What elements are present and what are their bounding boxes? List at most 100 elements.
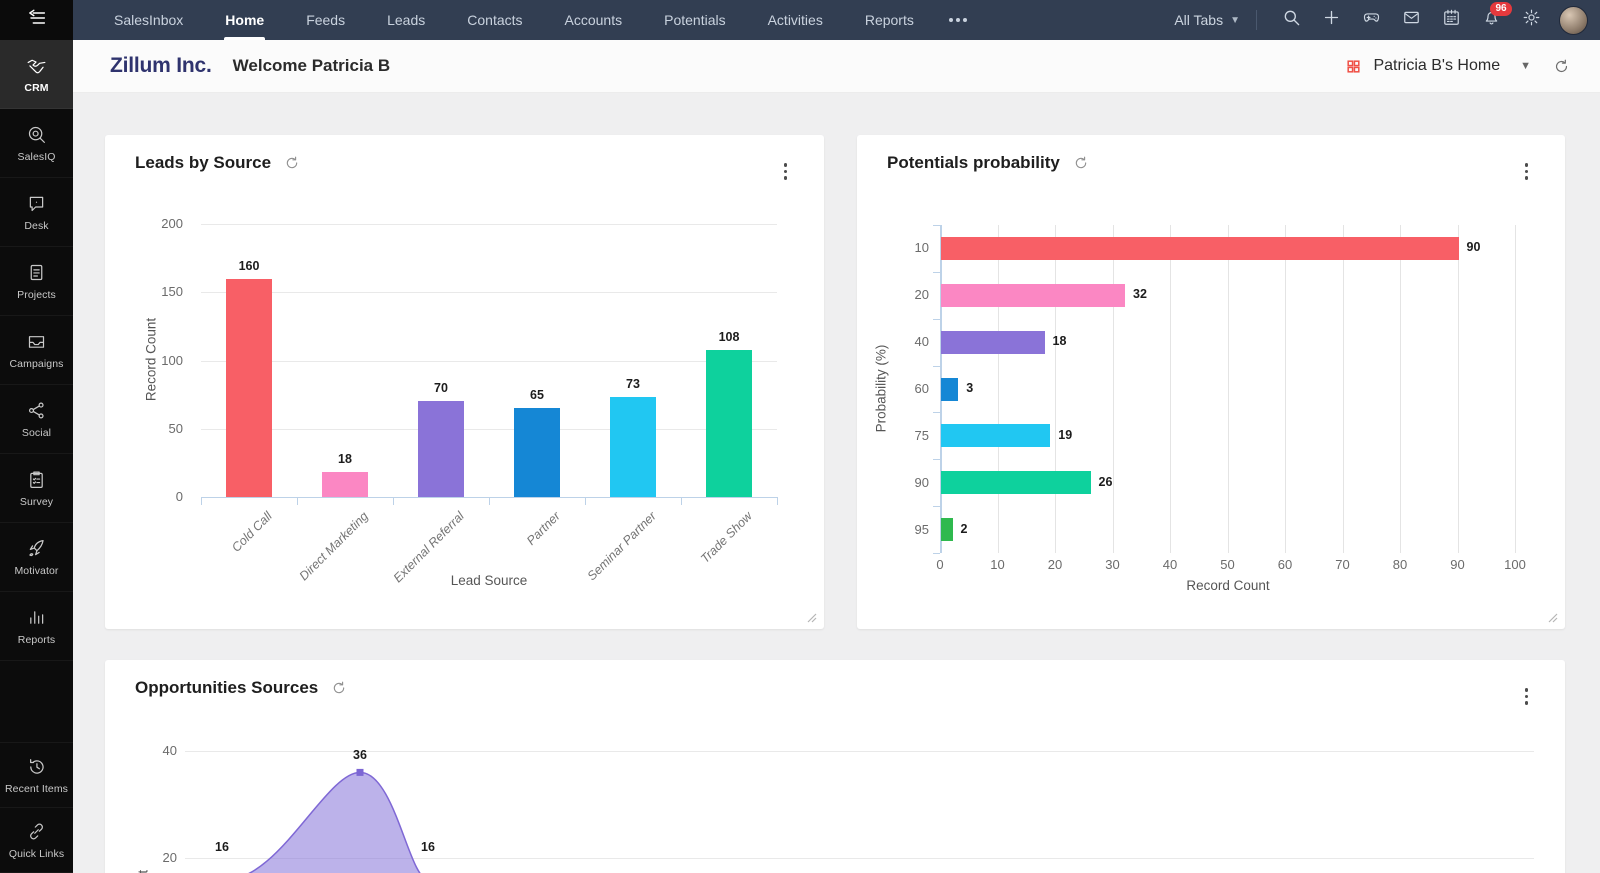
handshake-icon [26, 55, 47, 76]
bar-probability-60[interactable] [941, 377, 959, 401]
bar-cold-call[interactable] [226, 278, 272, 497]
sidebar-item-survey[interactable]: Survey [0, 454, 73, 523]
notifications-button[interactable]: 96 [1471, 0, 1512, 40]
search-button[interactable] [1271, 0, 1311, 40]
sidebar-item-quick-links[interactable]: Quick Links [0, 808, 73, 873]
sidebar-item-desk[interactable]: Desk [0, 178, 73, 247]
gridline-x-80 [1400, 225, 1401, 553]
nav-tab-accounts[interactable]: Accounts [544, 0, 644, 40]
bar-external-referral[interactable] [418, 401, 464, 497]
mail-tray-icon [26, 331, 47, 352]
dashboard-chevron-down-icon[interactable]: ▼ [1520, 60, 1531, 72]
y-axis-tick [933, 318, 940, 320]
gridline-x-50 [1227, 225, 1229, 553]
x-tick-label: 10 [990, 557, 1005, 572]
sidebar-item-motivator[interactable]: Motivator [0, 523, 73, 592]
gridline-y-100 [201, 360, 777, 362]
sidebar-item-campaigns[interactable]: Campaigns [0, 316, 73, 385]
sidebar-item-label: Recent Items [4, 782, 69, 795]
x-tick-label: 50 [1220, 557, 1235, 572]
nav-tab-activities[interactable]: Activities [747, 0, 844, 40]
sidebar-item-reports[interactable]: Reports [0, 592, 73, 661]
x-axis-tick [297, 497, 298, 505]
sidebar-item-social[interactable]: Social [0, 385, 73, 454]
nav-tab-leads[interactable]: Leads [366, 0, 446, 40]
x-tick-label: 60 [1277, 557, 1293, 572]
dashboard-refresh-button[interactable] [1553, 58, 1570, 75]
bar-probability-75[interactable] [941, 424, 1051, 448]
collapse-sidebar-button[interactable] [0, 0, 73, 40]
chart-options-menu[interactable] [1522, 160, 1532, 183]
gridline-y-150 [201, 292, 777, 294]
nav-tab-salesinbox[interactable]: SalesInbox [93, 0, 204, 40]
rocket-icon [26, 538, 47, 559]
search-icon [1282, 8, 1301, 32]
bar-probability-95[interactable] [941, 518, 953, 542]
nav-tab-reports[interactable]: Reports [844, 0, 935, 40]
bar-trade-show[interactable] [706, 349, 752, 497]
chart-refresh-button[interactable] [1073, 155, 1089, 171]
top-navigation-bar: SalesInbox Home Feeds Leads Contacts Accounts… [0, 0, 1600, 40]
dashboard-canvas: Leads by Source 0 50 100 150 200 160 Cold Call… [73, 92, 1600, 873]
nav-tab-potentials[interactable]: Potentials [643, 0, 746, 40]
y-cat-label: 95 [914, 521, 929, 537]
quick-create-button[interactable] [1311, 0, 1351, 40]
sidebar-item-crm[interactable]: CRM [0, 40, 73, 109]
bar-partner[interactable] [514, 408, 560, 497]
chart-refresh-button[interactable] [284, 155, 300, 171]
bar-probability-20[interactable] [941, 283, 1125, 307]
mail-button[interactable] [1391, 0, 1431, 40]
axis-label-partner: Partner [524, 509, 563, 548]
gamescope-button[interactable] [1351, 0, 1391, 40]
sidebar-item-recent-items[interactable]: Recent Items [0, 743, 73, 808]
share-icon [26, 400, 47, 421]
settings-gear-icon [1522, 8, 1541, 32]
area-series-opportunities[interactable] [185, 740, 805, 873]
bar-probability-40[interactable] [941, 330, 1045, 354]
y-cat-label: 40 [914, 334, 929, 350]
leads-by-source-card: Leads by Source 0 50 100 150 200 160 Cold Call… [105, 135, 824, 629]
bar-probability-90[interactable] [941, 471, 1091, 495]
chart-refresh-button[interactable] [331, 680, 347, 696]
x-tick-label: 0 [936, 557, 944, 572]
bar-seminar-partner[interactable] [610, 397, 656, 497]
nav-tab-feeds[interactable]: Feeds [285, 0, 366, 40]
bar-value-label: 19 [1058, 427, 1073, 442]
welcome-text: Welcome Patricia B [232, 56, 391, 75]
link-icon [26, 821, 47, 842]
sidebar-item-label: Motivator [14, 564, 59, 577]
chart-options-menu[interactable] [781, 160, 791, 183]
dashboard-name[interactable]: Patricia B's Home [1373, 57, 1500, 75]
sidebar-item-label: Survey [19, 495, 54, 508]
sidebar-item-projects[interactable]: Projects [0, 247, 73, 316]
settings-button[interactable] [1511, 0, 1551, 40]
sidebar-item-salesiq[interactable]: SalesIQ [0, 109, 73, 178]
more-tabs-button[interactable] [935, 0, 981, 40]
bar-probability-10[interactable] [941, 236, 1459, 260]
potentials-probability-chart: 0 10 20 30 40 50 60 70 80 90 100 10 90 20 32 40 18 60 3 75 1… [857, 135, 1565, 629]
nav-tab-contacts[interactable]: Contacts [446, 0, 543, 40]
all-tabs-label: All Tabs [1174, 12, 1224, 28]
calendar-button[interactable] [1431, 0, 1471, 40]
sidebar-item-label: Social [21, 426, 52, 439]
nav-tab-home[interactable]: Home [204, 0, 285, 40]
user-avatar[interactable] [1559, 5, 1588, 35]
target-search-icon [26, 124, 47, 145]
x-axis-tick [489, 497, 490, 505]
y-axis-title: Probability (%) [873, 344, 889, 433]
bar-value-label: 2 [960, 521, 968, 536]
y-cat-label: 20 [914, 287, 929, 303]
chart-options-menu[interactable] [1522, 685, 1532, 708]
bar-direct-marketing[interactable] [322, 472, 368, 497]
sidebar-item-label: Campaigns [9, 357, 64, 370]
point-value-label: 36 [353, 748, 367, 762]
all-tabs-dropdown[interactable]: All Tabs ▼ [1174, 12, 1240, 28]
resize-handle[interactable] [1546, 611, 1558, 623]
axis-label-cold-call: Cold Call [229, 509, 275, 555]
x-tick-label: 20 [1047, 557, 1063, 572]
resize-handle[interactable] [805, 611, 817, 623]
sidebar-item-label: SalesIQ [17, 150, 56, 163]
history-clock-icon [26, 756, 47, 777]
y-axis-tick [933, 271, 940, 273]
app-switcher-sidebar: CRM SalesIQ Desk Projects Campaigns Social Sur… [0, 40, 73, 873]
